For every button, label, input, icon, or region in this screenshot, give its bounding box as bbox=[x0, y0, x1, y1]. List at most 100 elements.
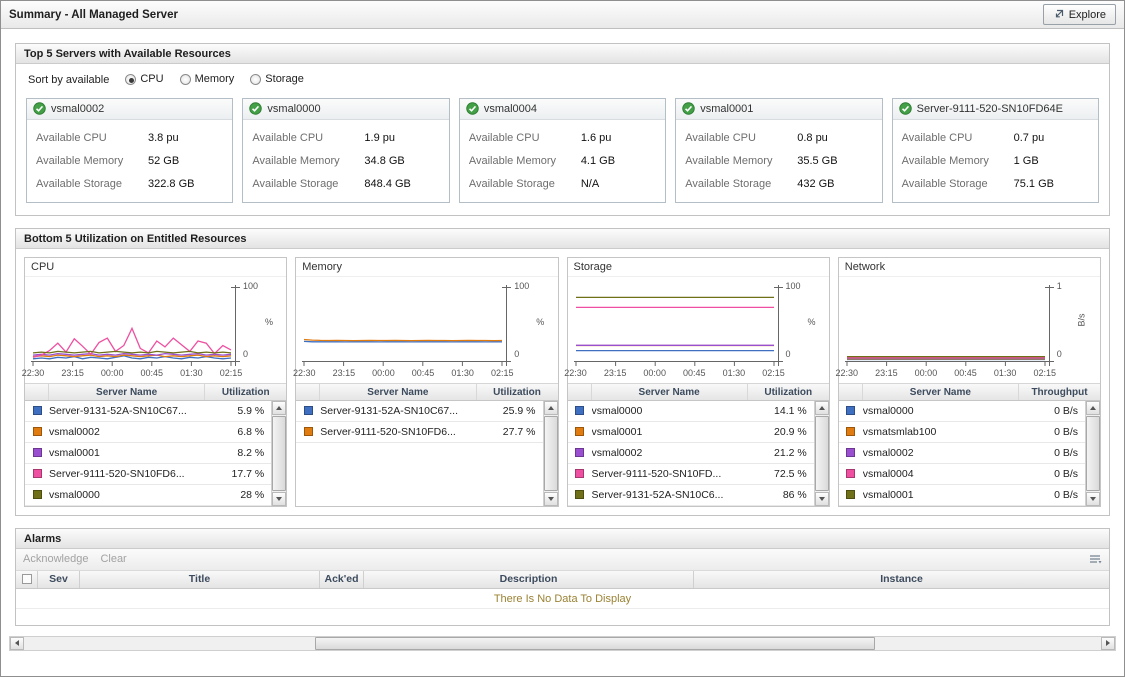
server-card-header[interactable]: vsmal0000 bbox=[243, 99, 448, 120]
server-name-column-header[interactable]: Server Name bbox=[320, 384, 476, 400]
x-axis-tick-label: 00:45 bbox=[408, 368, 438, 378]
resource-value: 52 GB bbox=[148, 155, 179, 167]
horizontal-scroll-thumb[interactable] bbox=[315, 637, 875, 650]
server-name-column-header[interactable]: Server Name bbox=[49, 384, 205, 400]
sort-radio-cpu[interactable]: CPU bbox=[125, 73, 163, 85]
status-ok-icon bbox=[899, 102, 912, 115]
server-card-header[interactable]: vsmal0004 bbox=[460, 99, 665, 120]
table-options-icon[interactable] bbox=[1088, 553, 1102, 565]
table-row[interactable]: Server-9131-52A-SN10C67...25.9 % bbox=[296, 401, 542, 422]
resource-row: Available Storage75.1 GB bbox=[902, 173, 1089, 196]
table-row[interactable]: vsmal000221.2 % bbox=[568, 443, 814, 464]
util-panel-title: Storage bbox=[568, 258, 829, 277]
vertical-scrollbar[interactable] bbox=[271, 401, 286, 506]
alarm-column-description[interactable]: Description bbox=[364, 571, 694, 588]
value-column-header[interactable]: Utilization bbox=[748, 384, 829, 400]
x-axis-tick-label: 00:45 bbox=[137, 368, 167, 378]
table-rows: Server-9131-52A-SN10C67...25.9 %Server-9… bbox=[296, 401, 542, 506]
vertical-scrollbar[interactable] bbox=[1085, 401, 1100, 506]
server-name-cell: vsmal0000 bbox=[592, 401, 748, 421]
table-row[interactable]: vsmal000120.9 % bbox=[568, 422, 814, 443]
value-cell: 0 B/s bbox=[1019, 422, 1085, 442]
table-row[interactable]: Server-9131-52A-SN10C6...86 % bbox=[568, 485, 814, 506]
scroll-track[interactable] bbox=[544, 415, 558, 492]
horizontal-scrollbar[interactable] bbox=[9, 636, 1116, 651]
x-axis-tick-label: 02:15 bbox=[1030, 368, 1060, 378]
scroll-track[interactable] bbox=[272, 415, 286, 492]
scroll-up-button[interactable] bbox=[1086, 401, 1100, 415]
value-column-header[interactable]: Throughput bbox=[1019, 384, 1100, 400]
value-column-header[interactable]: Utilization bbox=[205, 384, 286, 400]
table-row[interactable]: vsmal00000 B/s bbox=[839, 401, 1085, 422]
value-column-header[interactable]: Utilization bbox=[477, 384, 558, 400]
sort-radio-storage[interactable]: Storage bbox=[250, 73, 304, 85]
radio-icon bbox=[125, 74, 136, 85]
alarm-action-clear[interactable]: Clear bbox=[100, 553, 126, 565]
server-card-body: Available CPU0.7 puAvailable Memory1 GBA… bbox=[893, 120, 1098, 202]
scroll-up-button[interactable] bbox=[815, 401, 829, 415]
memory-utilization-chart: 1000%22:3023:1500:0000:4501:3002:15 bbox=[296, 277, 557, 383]
page-title: Summary - All Managed Server bbox=[9, 9, 178, 21]
explore-button[interactable]: Explore bbox=[1043, 4, 1116, 25]
server-name-column-header[interactable]: Server Name bbox=[863, 384, 1019, 400]
server-card-header[interactable]: vsmal0001 bbox=[676, 99, 881, 120]
scroll-down-button[interactable] bbox=[544, 492, 558, 506]
scroll-down-button[interactable] bbox=[1086, 492, 1100, 506]
select-all-checkbox[interactable] bbox=[22, 574, 32, 584]
table-row[interactable]: vsmal000028 % bbox=[25, 485, 271, 506]
server-name-column-header[interactable]: Server Name bbox=[592, 384, 748, 400]
server-card-header[interactable]: Server-9111-520-SN10FD64E bbox=[893, 99, 1098, 120]
scroll-right-button[interactable] bbox=[1101, 637, 1115, 650]
series-color-swatch bbox=[575, 406, 584, 415]
table-row[interactable]: vsmal00018.2 % bbox=[25, 443, 271, 464]
table-row[interactable]: vsmal00040 B/s bbox=[839, 464, 1085, 485]
table-row[interactable]: vsmatsmlab1000 B/s bbox=[839, 422, 1085, 443]
up-arrow-icon bbox=[276, 406, 282, 410]
server-name-cell: vsmal0004 bbox=[863, 464, 1019, 484]
y-axis-max-label: 100 bbox=[243, 281, 258, 291]
alarms-panel: Alarms AcknowledgeClear SevTitleAck'edDe… bbox=[15, 528, 1110, 626]
resource-label: Available Storage bbox=[469, 178, 581, 190]
value-cell: 27.7 % bbox=[477, 422, 543, 442]
alarm-column-sev[interactable]: Sev bbox=[38, 571, 80, 588]
table-row[interactable]: vsmal000014.1 % bbox=[568, 401, 814, 422]
scroll-track[interactable] bbox=[1086, 415, 1100, 492]
scroll-down-button[interactable] bbox=[272, 492, 286, 506]
table-row[interactable]: Server-9111-520-SN10FD...72.5 % bbox=[568, 464, 814, 485]
sort-radio-memory[interactable]: Memory bbox=[180, 73, 235, 85]
scroll-track[interactable] bbox=[815, 415, 829, 492]
x-axis-tick-label: 00:00 bbox=[640, 368, 670, 378]
left-arrow-icon bbox=[15, 640, 19, 646]
table-row[interactable]: Server-9111-520-SN10FD6...27.7 % bbox=[296, 422, 542, 443]
color-column-header bbox=[839, 384, 863, 400]
alarm-column-title[interactable]: Title bbox=[80, 571, 320, 588]
scroll-left-button[interactable] bbox=[10, 637, 24, 650]
table-row[interactable]: vsmal00010 B/s bbox=[839, 485, 1085, 506]
x-axis-tick-label: 22:30 bbox=[832, 368, 862, 378]
y-axis-max-label: 100 bbox=[514, 281, 529, 291]
alarm-column-instance[interactable]: Instance bbox=[694, 571, 1109, 588]
scroll-thumb[interactable] bbox=[272, 416, 286, 491]
alarm-action-acknowledge[interactable]: Acknowledge bbox=[23, 553, 88, 565]
scroll-thumb[interactable] bbox=[544, 416, 558, 491]
scroll-thumb[interactable] bbox=[815, 416, 829, 491]
vertical-scrollbar[interactable] bbox=[543, 401, 558, 506]
table-row[interactable]: vsmal00026.8 % bbox=[25, 422, 271, 443]
table-row[interactable]: Server-9131-52A-SN10C67...5.9 % bbox=[25, 401, 271, 422]
vertical-scrollbar[interactable] bbox=[814, 401, 829, 506]
table-row[interactable]: Server-9111-520-SN10FD6...17.7 % bbox=[25, 464, 271, 485]
scroll-up-button[interactable] bbox=[272, 401, 286, 415]
server-card-header[interactable]: vsmal0002 bbox=[27, 99, 232, 120]
horizontal-scroll-track[interactable] bbox=[24, 637, 1101, 650]
util-panel-title: Memory bbox=[296, 258, 557, 277]
explore-icon bbox=[1053, 9, 1064, 20]
scroll-thumb[interactable] bbox=[1086, 416, 1100, 491]
value-cell: 0 B/s bbox=[1019, 485, 1085, 505]
table-row[interactable]: vsmal00020 B/s bbox=[839, 443, 1085, 464]
alarm-column-ack-ed[interactable]: Ack'ed bbox=[320, 571, 364, 588]
scroll-down-button[interactable] bbox=[815, 492, 829, 506]
scroll-up-button[interactable] bbox=[544, 401, 558, 415]
server-name-cell: vsmatsmlab100 bbox=[863, 422, 1019, 442]
radio-icon bbox=[180, 74, 191, 85]
x-axis-labels: 22:3023:1500:0000:4501:3002:15 bbox=[296, 368, 557, 380]
